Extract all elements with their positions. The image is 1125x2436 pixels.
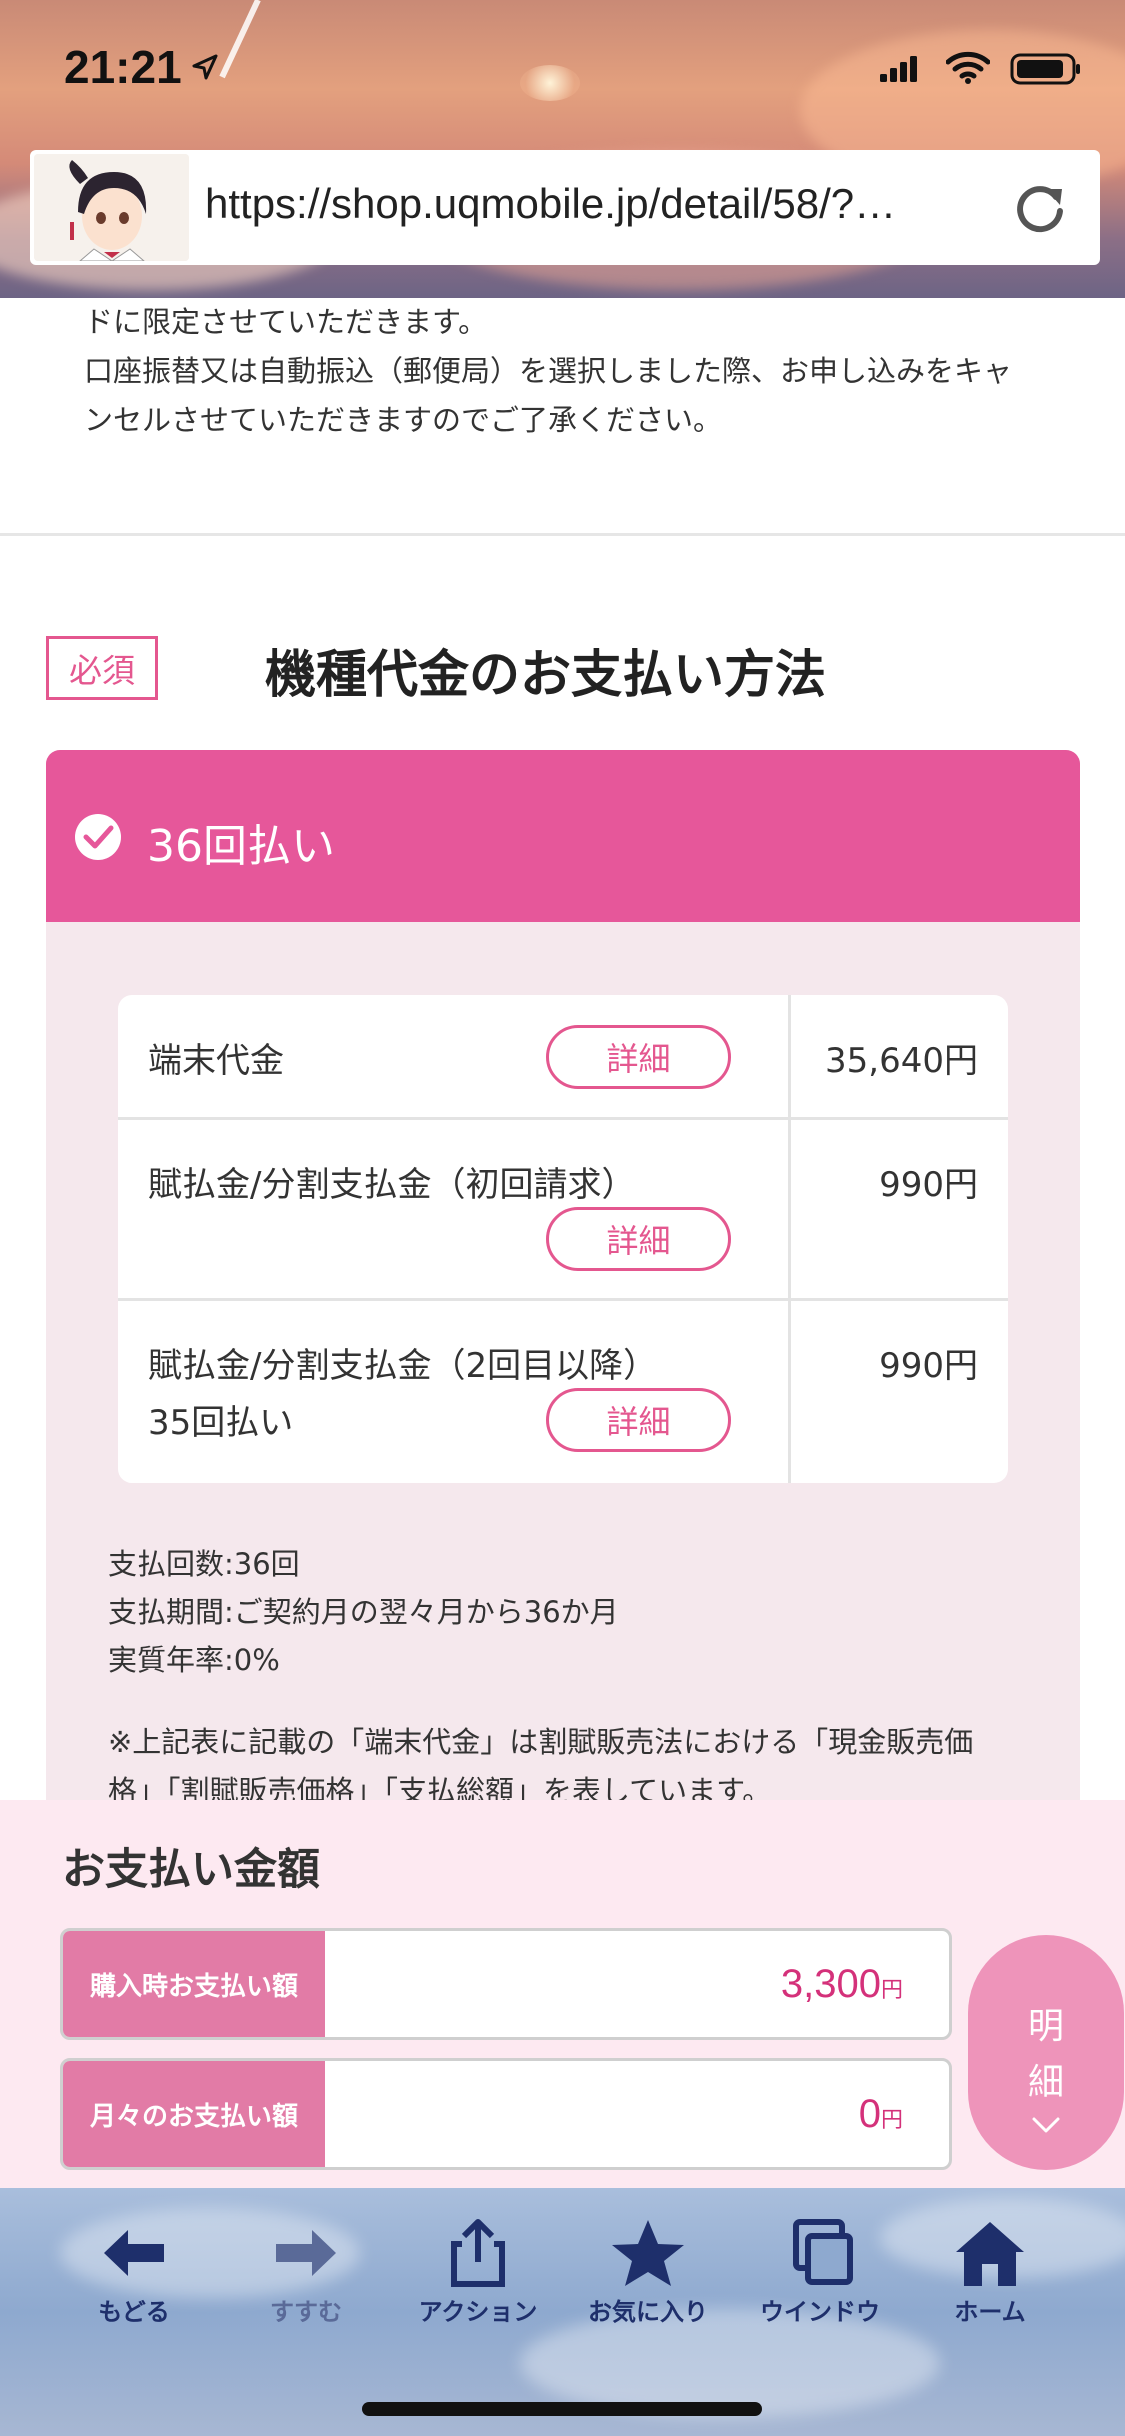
check-circle-icon	[75, 814, 121, 860]
table-column-divider	[788, 995, 791, 1483]
status-bar: 21:21	[0, 0, 1125, 140]
window-button[interactable]: ウインドウ	[740, 2218, 900, 2358]
windows-icon	[793, 2219, 853, 2285]
subsequent-installment-label: 賦払金/分割支払金（2回目以降）	[148, 1346, 658, 1386]
notice-line: ンセルさせていただきますのでご了承ください。	[84, 403, 723, 437]
forward-arrow-icon	[276, 2230, 336, 2276]
back-label: もどる	[98, 2298, 170, 2326]
payment-info: 支払回数:36回 支払期間:ご契約月の翌々月から36か月 実質年率:0%	[108, 1540, 1038, 1684]
subsequent-installment-amount: 990円	[879, 1346, 978, 1386]
payment-count: 支払回数:36回	[108, 1547, 300, 1581]
subsequent-installment-detail-button[interactable]: 詳細	[546, 1388, 731, 1452]
purchase-amount-row: 購入時お支払い額 3,300円	[60, 1928, 952, 2040]
breakdown-button[interactable]: 明 細	[968, 1935, 1124, 2170]
breakdown-label-char: 明	[1027, 2006, 1064, 2047]
payment-summary: お支払い金額 購入時お支払い額 3,300円 月々のお支払い額 0円 明 細	[0, 1800, 1125, 2188]
annual-rate: 実質年率:0%	[108, 1643, 280, 1677]
forward-button[interactable]: すすむ	[226, 2218, 386, 2358]
window-label: ウインドウ	[760, 2298, 880, 2326]
reload-icon[interactable]	[1010, 177, 1070, 237]
monthly-amount-row: 月々のお支払い額 0円	[60, 2058, 952, 2170]
battery-icon	[1010, 53, 1080, 85]
monthly-amount-label: 月々のお支払い額	[63, 2061, 325, 2167]
back-arrow-icon	[104, 2230, 164, 2276]
favorites-label: お気に入り	[588, 2298, 708, 2326]
home-indicator	[362, 2402, 762, 2416]
section-title: 機種代金のお支払い方法	[265, 646, 827, 705]
avatar	[34, 154, 189, 261]
star-icon	[612, 2220, 684, 2286]
favorites-button[interactable]: お気に入り	[568, 2218, 728, 2358]
home-button[interactable]: ホーム	[910, 2218, 1070, 2358]
notice-line: 口座振替又は自動振込（郵便局）を選択しました際、お申し込みをキャ	[84, 354, 1013, 388]
back-button[interactable]: もどる	[54, 2218, 214, 2358]
table-row-divider	[118, 1298, 1008, 1301]
yen-unit: 円	[880, 1977, 903, 2002]
location-arrow-icon	[192, 54, 218, 80]
plan-label: 36回払い	[147, 821, 335, 872]
table-row-divider	[118, 1117, 1008, 1120]
first-installment-label: 賦払金/分割支払金（初回請求）	[148, 1165, 636, 1205]
price-table: 端末代金 詳細 35,640円 賦払金/分割支払金（初回請求） 詳細 990円 …	[118, 995, 1008, 1483]
section-divider	[0, 533, 1125, 536]
chevron-down-icon	[1032, 2117, 1060, 2133]
previous-notice: ドに限定させていただきます。 口座振替又は自動振込（郵便局）を選択しました際、お…	[84, 298, 1064, 445]
required-badge: 必須	[46, 636, 158, 700]
summary-title: お支払い金額	[62, 1845, 320, 1895]
device-price-amount: 35,640円	[825, 1041, 978, 1081]
monthly-amount-number: 0	[858, 2092, 881, 2136]
wifi-icon	[946, 51, 990, 84]
action-button[interactable]: アクション	[398, 2218, 558, 2358]
home-label: ホーム	[954, 2298, 1026, 2326]
cellular-signal-icon	[880, 56, 917, 82]
home-icon	[956, 2222, 1024, 2286]
browser-toolbar: もどる すすむ アクション お気に入り ウインドウ ホーム	[0, 2188, 1125, 2436]
action-label: アクション	[418, 2298, 538, 2326]
first-installment-amount: 990円	[879, 1165, 978, 1205]
character-avatar-icon	[34, 154, 189, 261]
purchase-amount-label: 購入時お支払い額	[63, 1931, 325, 2037]
browser-header: 21:21 https://shop.uqmobile.jp/detail/58…	[0, 0, 1125, 298]
purchase-amount-number: 3,300	[780, 1962, 881, 2006]
share-icon	[451, 2219, 505, 2287]
plan-option-36[interactable]: 36回払い	[46, 750, 1080, 922]
notice-line: ドに限定させていただきます。	[84, 305, 488, 339]
purchase-amount-value: 3,300円	[343, 1931, 903, 2037]
subsequent-installment-count: 35回払い	[148, 1403, 294, 1443]
breakdown-label-char: 細	[1027, 2062, 1064, 2103]
forward-label: すすむ	[270, 2298, 342, 2326]
status-time: 21:21	[64, 41, 182, 93]
note-line: ※上記表に記載の「端末代金」は割賦販売法における「現金販売価	[108, 1725, 974, 1759]
url-text[interactable]: https://shop.uqmobile.jp/detail/58/?…	[205, 180, 1025, 228]
monthly-amount-value: 0円	[343, 2061, 903, 2167]
address-bar[interactable]: https://shop.uqmobile.jp/detail/58/?…	[30, 150, 1100, 265]
payment-period: 支払期間:ご契約月の翌々月から36か月	[108, 1595, 619, 1629]
yen-unit: 円	[880, 2107, 903, 2132]
first-installment-detail-button[interactable]: 詳細	[546, 1207, 731, 1271]
device-price-detail-button[interactable]: 詳細	[546, 1025, 731, 1089]
device-price-label: 端末代金	[148, 1041, 284, 1081]
